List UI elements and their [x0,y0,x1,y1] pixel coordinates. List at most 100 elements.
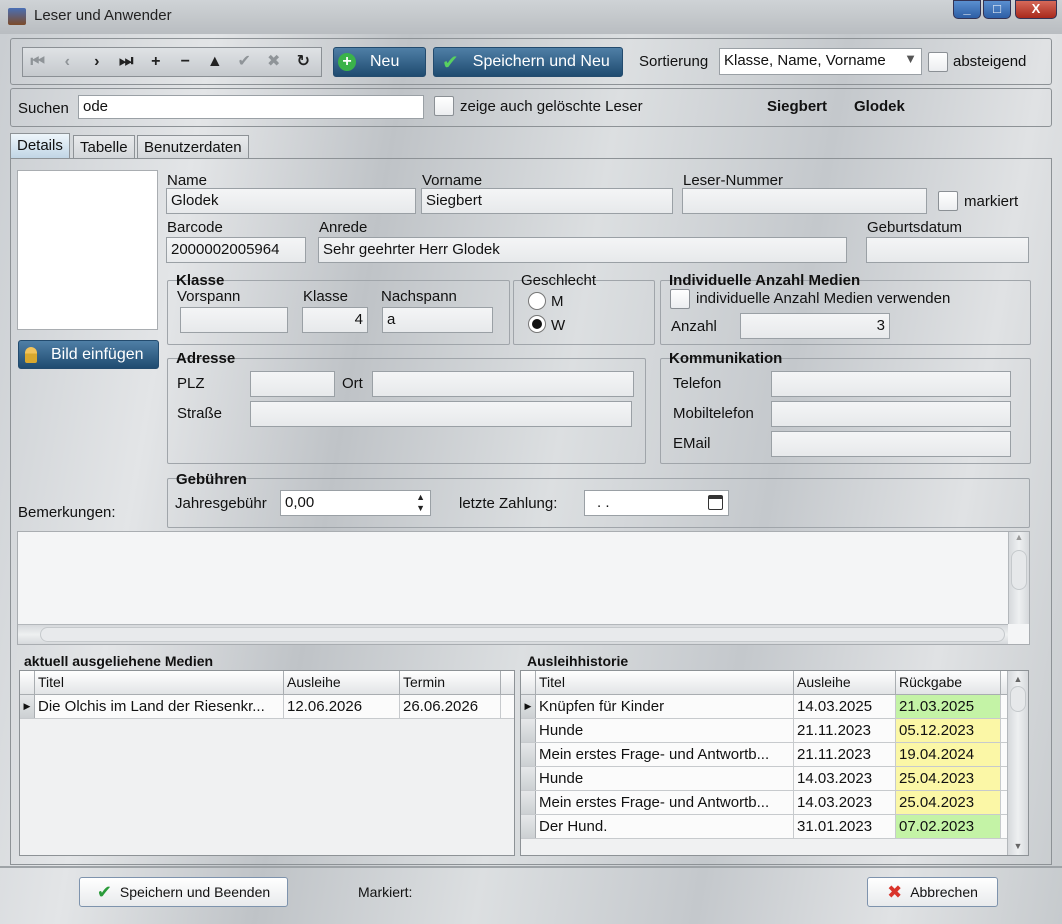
lesernummer-field[interactable] [682,188,927,214]
refresh-button[interactable]: ↻ [289,48,319,76]
ort-field[interactable] [372,371,634,397]
memo-horizontal-scrollbar[interactable] [18,624,1008,644]
markiert-checkbox[interactable] [938,191,958,211]
email-field[interactable] [771,431,1011,457]
cancel-button[interactable]: ✖ Abbrechen [867,877,998,907]
descending-checkbox[interactable] [928,52,948,72]
table-row[interactable]: ▶ Knüpfen für Kinder 14.03.2025 21.03.2025 [521,695,1028,719]
next-record-button[interactable]: › [82,48,112,76]
table-row[interactable]: Hunde 21.11.2023 05.12.2023 [521,719,1028,743]
history-vertical-scrollbar[interactable]: ▲ ▼ [1007,671,1028,855]
history-grid[interactable]: Titel Ausleihe Rückgabe ▶ Knüpfen für Kin… [520,670,1029,856]
scroll-thumb[interactable] [1011,550,1027,590]
cell-rueckgabe: 05.12.2023 [896,719,1001,742]
vorname-field[interactable]: Siegbert [421,188,673,214]
first-record-button[interactable]: ⏮ [23,48,53,76]
row-indicator-icon [521,791,536,814]
barcode-field[interactable]: 2000002005964 [166,237,306,263]
anrede-field[interactable]: Sehr geehrter Herr Glodek [318,237,847,263]
cell-rueckgabe: 25.04.2023 [896,767,1001,790]
photo-frame [17,170,158,330]
plz-field[interactable] [250,371,335,397]
geburtsdatum-field[interactable] [866,237,1029,263]
history-rows: ▶ Knüpfen für Kinder 14.03.2025 21.03.2025 H… [521,695,1028,839]
jahresgebuehr-spinner[interactable]: 0,00 ▲ ▼ [280,490,431,516]
cell-titel: Der Hund. [536,815,794,838]
scroll-up-icon[interactable]: ▲ [1009,532,1029,542]
insert-record-button[interactable]: + [141,48,171,76]
sort-select-value: Klasse, Name, Vorname [724,52,886,69]
column-rueckgabe[interactable]: Rückgabe [896,671,1001,694]
last-record-button[interactable]: ⏭ [112,48,142,76]
name-field[interactable]: Glodek [166,188,416,214]
plz-label: PLZ [177,375,205,392]
tab-details[interactable]: Details [10,133,70,159]
cell-titel: Mein erstes Frage- und Antwortb... [536,791,794,814]
name-label: Name [167,172,208,189]
nachspann-field[interactable]: a [382,307,493,333]
memo-vertical-scrollbar[interactable]: ▲ [1008,532,1029,624]
edit-record-button[interactable]: ▲ [200,48,230,76]
column-ausleihe[interactable]: Ausleihe [794,671,896,694]
letzte-zahlung-label: letzte Zahlung: [459,495,558,512]
close-icon: ✖ [887,881,903,902]
search-input[interactable]: ode [78,95,424,119]
jahresgebuehr-label: Jahresgebühr [175,495,267,512]
cell-ausleihe: 21.11.2023 [794,743,896,766]
lesernummer-label: Leser-Nummer [683,172,784,189]
scroll-up-icon[interactable]: ▲ [1008,674,1028,684]
row-indicator-icon [521,719,536,742]
save-and-close-button[interactable]: ✔ Speichern und Beenden [79,877,288,907]
column-ausleihe[interactable]: Ausleihe [284,671,400,694]
tab-benutzerdaten[interactable]: Benutzerdaten [137,135,249,159]
vorspann-field[interactable] [180,307,288,333]
maximize-button[interactable]: □ [983,0,1011,19]
new-button[interactable]: + Neu [333,47,426,77]
tab-tabelle[interactable]: Tabelle [73,135,135,159]
post-record-button[interactable]: ✔ [230,48,260,76]
insert-image-button[interactable]: Bild einfügen [18,340,159,369]
anzahl-field[interactable]: 3 [740,313,890,339]
show-deleted-checkbox[interactable] [434,96,454,116]
hscroll-thumb[interactable] [40,627,1005,642]
table-row[interactable]: Hunde 14.03.2023 25.04.2023 [521,767,1028,791]
vorspann-label: Vorspann [177,288,241,305]
telefon-field[interactable] [771,371,1011,397]
cell-titel: Knüpfen für Kinder [536,695,794,718]
jahresgebuehr-value: 0,00 [285,494,315,511]
save-and-new-button[interactable]: ✔ Speichern und Neu [433,47,623,77]
close-button[interactable]: X [1015,0,1057,19]
current-media-grid[interactable]: Titel Ausleihe Termin ▶ Die Olchis im La… [19,670,515,856]
strasse-field[interactable] [250,401,632,427]
new-button-label: Neu [370,53,400,70]
cell-titel: Hunde [536,767,794,790]
column-titel[interactable]: Titel [35,671,284,694]
row-indicator-icon [521,767,536,790]
column-titel[interactable]: Titel [536,671,794,694]
table-row[interactable]: Mein erstes Frage- und Antwortb... 21.11.… [521,743,1028,767]
anzahl-label: Anzahl [671,318,717,335]
calendar-icon[interactable] [708,495,723,510]
klasse-field[interactable]: 4 [302,307,368,333]
column-termin[interactable]: Termin [400,671,501,694]
cancel-record-button[interactable]: ✖ [259,48,289,76]
cell-titel: Hunde [536,719,794,742]
footer-separator [0,866,1062,868]
show-deleted-label: zeige auch gelöschte Leser [460,98,643,115]
gender-w-radio[interactable] [528,315,546,333]
letzte-zahlung-date[interactable]: . . [584,490,729,516]
table-row[interactable]: ▶ Die Olchis im Land der Riesenkr... 12.… [20,695,514,719]
gender-m-radio[interactable] [528,292,546,310]
table-row[interactable]: Der Hund. 31.01.2023 07.02.2023 [521,815,1028,839]
table-row[interactable]: Mein erstes Frage- und Antwortb... 14.03.… [521,791,1028,815]
minimize-button[interactable]: _ [953,0,981,19]
scroll-down-icon[interactable]: ▼ [1008,841,1028,851]
cell-titel: Mein erstes Frage- und Antwortb... [536,743,794,766]
mobiltelefon-field[interactable] [771,401,1011,427]
sort-select[interactable]: Klasse, Name, Vorname ▼ [719,48,922,75]
telefon-label: Telefon [673,375,722,392]
individual-media-checkbox[interactable] [670,289,690,309]
scroll-thumb[interactable] [1010,686,1026,712]
delete-record-button[interactable]: − [171,48,201,76]
prev-record-button[interactable]: ‹ [53,48,83,76]
